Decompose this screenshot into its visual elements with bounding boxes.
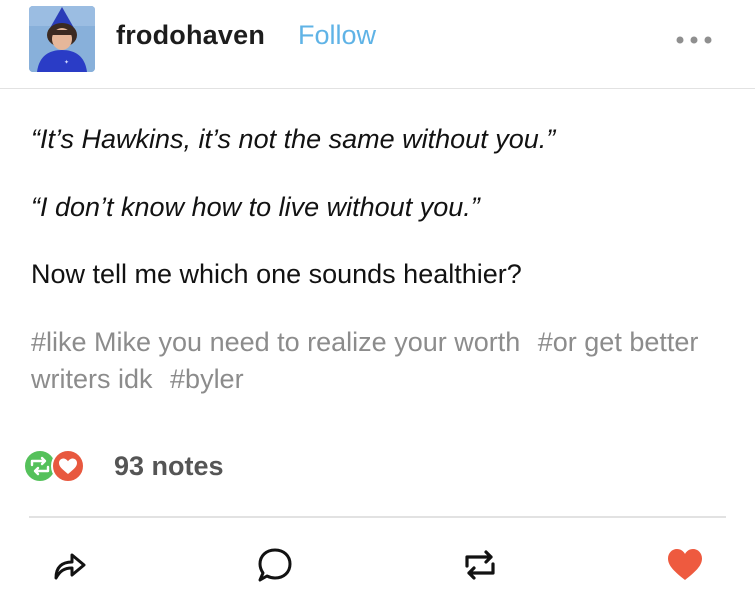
post-tags: #like Mike you need to realize your wort… xyxy=(31,324,731,398)
username[interactable]: frodohaven xyxy=(116,20,265,51)
divider xyxy=(29,516,726,518)
tag-link[interactable]: #like Mike you need to realize your wort… xyxy=(31,327,520,357)
avatar[interactable]: ✦ xyxy=(29,6,95,72)
tag-link[interactable]: #byler xyxy=(170,364,244,394)
like-badge-icon xyxy=(51,449,85,483)
notes-row[interactable]: 93 notes xyxy=(22,448,322,484)
post-text: Now tell me which one sounds healthier? xyxy=(31,259,522,289)
post-quote-2: “I don’t know how to live without you.” xyxy=(31,192,480,222)
reblog-icon[interactable] xyxy=(460,545,500,585)
follow-button[interactable]: Follow xyxy=(298,20,376,51)
notes-count[interactable]: 93 notes xyxy=(114,451,224,482)
ellipsis-icon[interactable] xyxy=(672,30,716,50)
reply-icon[interactable] xyxy=(255,545,295,585)
post-quote-1: “It’s Hawkins, it’s not the same without… xyxy=(31,124,556,154)
heart-icon[interactable] xyxy=(665,545,705,585)
share-icon[interactable] xyxy=(50,545,90,585)
post-header: ✦ frodohaven Follow xyxy=(0,0,755,89)
svg-text:✦: ✦ xyxy=(64,59,69,66)
